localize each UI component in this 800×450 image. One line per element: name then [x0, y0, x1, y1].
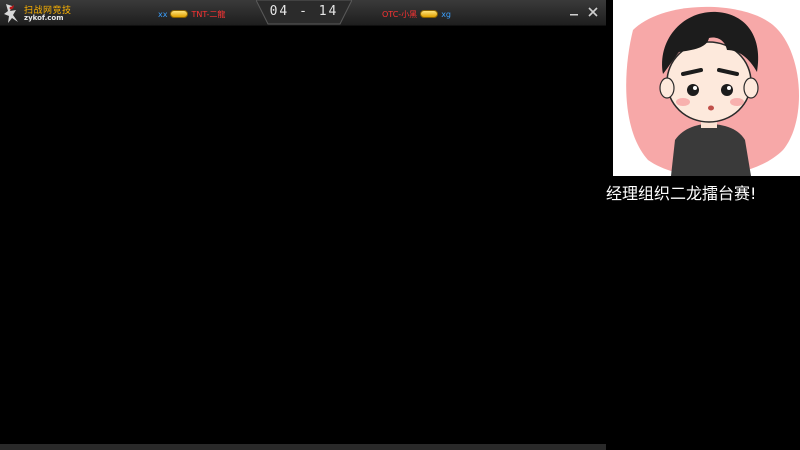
gold-badge-icon	[170, 10, 189, 18]
cartoon-man-avatar-icon	[613, 0, 800, 176]
left-player-info: xx TNT-二龍	[158, 8, 225, 20]
left-player-tag: xx	[158, 9, 168, 19]
left-player-name: TNT-二龍	[191, 9, 226, 19]
streamer-avatar	[613, 0, 800, 176]
right-player-info: OTC-小黑 xg	[382, 8, 451, 20]
game-viewport[interactable]	[0, 27, 606, 444]
right-player-tag: OTC-小黑	[382, 9, 418, 19]
gold-badge-icon	[420, 10, 439, 18]
window-bottom-edge	[0, 444, 606, 450]
match-score: 04 - 14	[269, 4, 339, 19]
minimize-icon	[570, 14, 578, 16]
minimize-button[interactable]	[567, 4, 581, 18]
close-icon	[588, 7, 598, 17]
app-logo: 扫战网竞技 zykof.com	[2, 1, 72, 25]
fighter-logo-icon	[4, 4, 18, 23]
close-button[interactable]	[586, 4, 600, 18]
game-client-window: 扫战网竞技 zykof.com xx TNT-二龍 04 - 14 OTC-小黑…	[0, 0, 606, 450]
score-plate: 04 - 14	[256, 0, 352, 26]
stream-caption: 经理组织二龙擂台赛!	[606, 184, 757, 203]
brand-domain: zykof.com	[24, 14, 64, 22]
title-bar[interactable]: 扫战网竞技 zykof.com xx TNT-二龍 04 - 14 OTC-小黑…	[0, 0, 606, 26]
streamer-side-panel: 经理组织二龙擂台赛!	[606, 0, 800, 450]
right-player-name: xg	[441, 9, 451, 19]
